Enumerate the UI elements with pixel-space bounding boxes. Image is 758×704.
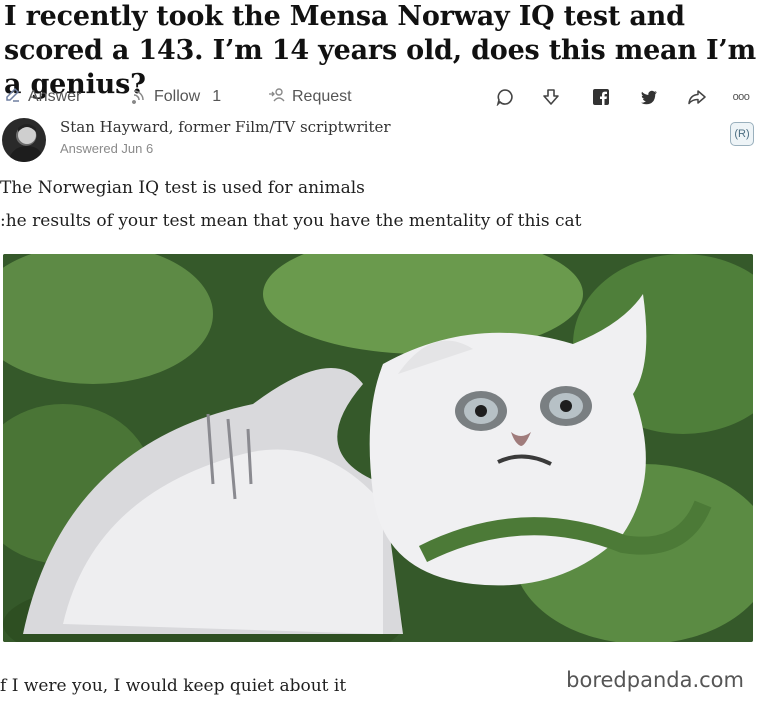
- comment-icon[interactable]: [494, 86, 516, 108]
- answer-line-2: :he results of your test mean that you h…: [0, 211, 582, 231]
- answer-button[interactable]: Answer: [4, 84, 81, 110]
- author-name[interactable]: Stan Hayward, former Film/TV scriptwrite…: [60, 118, 391, 136]
- author-avatar[interactable]: [2, 118, 46, 162]
- pencil-icon: [4, 86, 22, 109]
- request-icon: [268, 86, 286, 109]
- twitter-icon[interactable]: [638, 86, 660, 108]
- answered-date: Answered Jun 6: [60, 141, 154, 156]
- action-bar: Answer Follow 1 Request ooo: [4, 84, 754, 110]
- watermark: boredpanda.com: [566, 668, 744, 692]
- cat-illustration: [3, 254, 753, 642]
- answer-line-3: f I were you, I would keep quiet about i…: [0, 676, 347, 696]
- follow-button[interactable]: Follow 1: [130, 84, 221, 110]
- answer-line-1: The Norwegian IQ test is used for animal…: [0, 178, 365, 198]
- cat-photo: [3, 254, 753, 642]
- share-icon[interactable]: [686, 86, 708, 108]
- follow-label: Follow: [154, 88, 201, 105]
- downvote-icon[interactable]: [540, 86, 562, 108]
- avatar-portrait-icon: [8, 124, 44, 162]
- facebook-icon[interactable]: [590, 86, 612, 108]
- badge-icon[interactable]: (R): [730, 122, 754, 146]
- request-label: Request: [292, 88, 352, 105]
- request-button[interactable]: Request: [268, 84, 352, 110]
- follow-icon: [130, 86, 148, 109]
- answer-label: Answer: [28, 88, 82, 105]
- more-options-icon[interactable]: ooo: [728, 86, 754, 108]
- follow-count: 1: [212, 88, 222, 105]
